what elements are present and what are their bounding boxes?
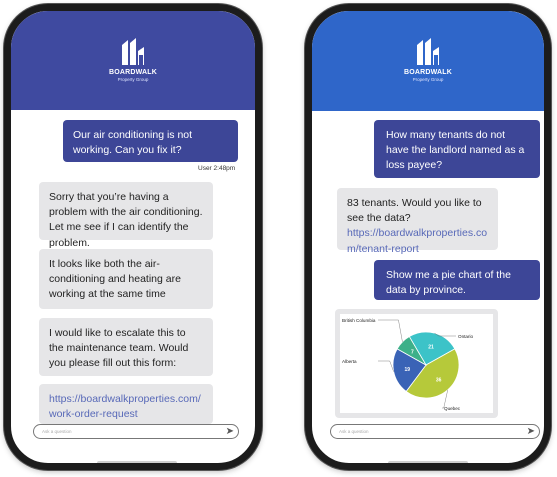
pie-category-label: Alberta (342, 359, 357, 364)
home-indicator (388, 461, 468, 463)
chat-input-placeholder: Ask a question (42, 429, 72, 434)
bot-message-text: 83 tenants. Would you like to see the da… (347, 197, 482, 225)
brand-logo: BOARDWALK Property Group (109, 37, 157, 82)
user-message-text: How many tenants do not have the landlor… (386, 129, 525, 172)
brand-subtitle: Property Group (412, 77, 444, 82)
chat-input[interactable]: Ask a question ➤ (33, 424, 239, 439)
pie-value-label: 7 (411, 350, 414, 356)
phone-right: BOARDWALK Property Group How many tenant… (305, 4, 551, 470)
bot-message-text: It looks like both the air-conditioning … (49, 258, 181, 301)
user-message-text: Our air conditioning is not working. Can… (73, 129, 193, 157)
brand-logo: BOARDWALK Property Group (404, 37, 452, 82)
bot-message: It looks like both the air-conditioning … (39, 249, 213, 309)
message-timestamp: User 2:48pm (198, 165, 236, 172)
user-message: How many tenants do not have the landlor… (374, 120, 540, 178)
chat-header: BOARDWALK Property Group (11, 11, 255, 110)
boardwalk-building-logo-icon (416, 38, 439, 65)
brand-name: BOARDWALK (108, 69, 158, 76)
send-arrow-icon[interactable]: ➤ (527, 426, 535, 437)
phone-left: BOARDWALK Property Group Our air conditi… (4, 4, 262, 470)
bot-message-text: Sorry that you’re having a problem with … (49, 191, 203, 249)
bot-link-message: https://boardwalkproperties.com/work-ord… (39, 384, 213, 424)
send-arrow-icon[interactable]: ➤ (226, 426, 234, 437)
chat-header: BOARDWALK Property Group (312, 11, 544, 111)
work-order-link[interactable]: https://boardwalkproperties.com/work-ord… (49, 393, 201, 420)
pie-value-label: 19 (404, 367, 410, 373)
home-indicator (97, 461, 177, 463)
bot-message: I would like to escalate this to the mai… (39, 318, 213, 376)
pie-value-label: 36 (436, 377, 442, 383)
user-message: Our air conditioning is not working. Can… (63, 120, 238, 162)
user-message: Show me a pie chart of the data by provi… (374, 260, 540, 300)
boardwalk-building-logo-icon (121, 38, 144, 65)
pie-chart-card: 21 Ontario 36 Quebec 19 Alberta 7 British Colum… (335, 309, 498, 418)
chat-input[interactable]: Ask a question ➤ (330, 424, 540, 439)
brand-subtitle: Property Group (117, 77, 149, 82)
chat-input-placeholder: Ask a question (339, 429, 369, 434)
pie-leader-line (378, 360, 394, 372)
pie-chart: 21 Ontario 36 Quebec 19 Alberta 7 British Colum… (342, 318, 474, 411)
pie-category-label: British Columbia (342, 318, 376, 323)
pie-category-label: Quebec (444, 406, 461, 411)
tenant-report-link[interactable]: https://boardwalkproperties.com/tenant-r… (347, 227, 487, 254)
pie-value-label: 21 (428, 345, 434, 351)
brand-name: BOARDWALK (403, 69, 453, 76)
pie-leader-line (378, 319, 403, 342)
bot-message: 83 tenants. Would you like to see the da… (337, 188, 498, 255)
bot-message-text: I would like to escalate this to the mai… (49, 327, 189, 370)
bot-message: Sorry that you’re having a problem with … (39, 182, 213, 249)
user-message-text: Show me a pie chart of the data by provi… (386, 269, 511, 297)
pie-category-label: Ontario (458, 334, 474, 339)
